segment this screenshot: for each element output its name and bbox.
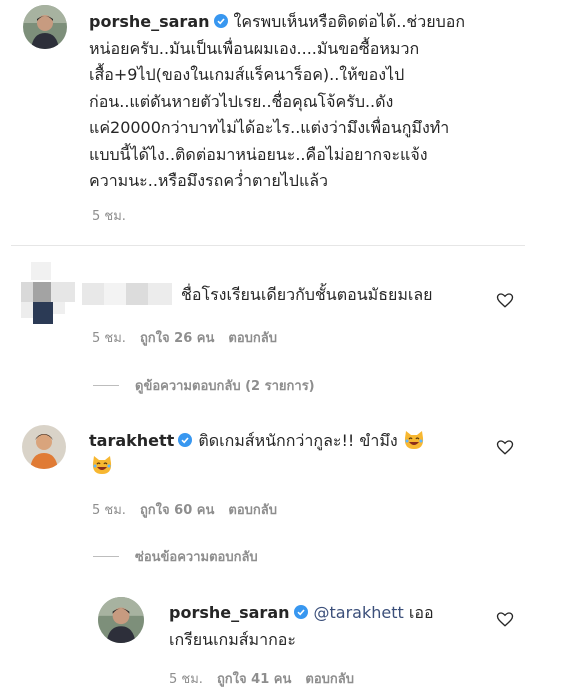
heart-outline-icon[interactable] (496, 610, 514, 628)
view-replies-label: ดูข้อความตอบกลับ (2 รายการ) (135, 379, 315, 394)
avatar-porshe-saran[interactable] (98, 597, 144, 643)
comment-3-body: tarakhett ติดเกมส์หนักกว่ากูละ!! ขำมึง (89, 428, 449, 455)
comment-2-text: ชื่อโรงเรียนเดียวกับชั้นตอนมัธยมเลย (181, 285, 433, 304)
comment-1-text-line: แบบนี้ได้ไง..ติดต่อมาหน่อยนะ..คือไม่อยาก… (89, 144, 428, 164)
hide-replies-button[interactable]: ซ่อนข้อความตอบกลับ (93, 546, 258, 567)
username-blurred[interactable] (82, 283, 172, 305)
reply-meta: 5 ชม. ถูกใจ 41 คน ตอบกลับ (169, 668, 368, 689)
avatar-tarakhett[interactable] (22, 425, 66, 469)
verified-badge-icon (178, 433, 193, 447)
avatar-porshe-saran[interactable] (23, 5, 67, 49)
comment-1-text-line: หน่อยครับ..มันเป็นเพื่อนผมเอง....มันขอซื… (89, 38, 420, 58)
comment-3-meta: 5 ชม. ถูกใจ 60 คน ตอบกลับ (92, 499, 291, 520)
comment-1-username[interactable]: porshe_saran (89, 12, 210, 31)
reply-likes[interactable]: ถูกใจ 41 คน (217, 672, 291, 687)
laughing-cat-emoji-icon (404, 431, 423, 449)
heart-outline-icon[interactable] (496, 438, 514, 456)
reply-text-line2: เกรียนเกมส์มากอะ (169, 629, 296, 649)
comment-3-text: ติดเกมส์หนักกว่ากูละ!! ขำมึง (198, 431, 398, 450)
reply-reply-button[interactable]: ตอบกลับ (305, 672, 354, 687)
verified-badge-icon (213, 14, 228, 28)
heart-outline-icon[interactable] (496, 291, 514, 309)
replies-line (93, 385, 119, 386)
laughing-cat-emoji-icon (92, 456, 112, 474)
reply-time: 5 ชม. (169, 672, 203, 687)
divider (11, 245, 525, 246)
comment-2-time: 5 ชม. (92, 331, 126, 346)
reply-text-line1: เออ (408, 603, 434, 622)
comment-1-text-line: แค่20000กว่าบาทไม่ได้อะไร..แต่งว่ามึงเพื… (89, 118, 450, 137)
comment-3-reply-button[interactable]: ตอบกลับ (228, 503, 277, 518)
comment-1-text-line: ความนะ..หรือมึงรถคว่ำตายไปแล้ว (89, 171, 329, 190)
comment-1-text-line: ใครพบเห็นหรือติดต่อได้..ช่วยบอก (233, 12, 466, 31)
comment-1-meta: 5 ชม. (92, 205, 140, 226)
comment-1-text-line: ก่อน..แต่ดันหายตัวไปเรย..ชื่อคุณโจ้ครับ.… (89, 91, 394, 111)
replies-line (93, 556, 119, 557)
verified-badge-icon (293, 605, 308, 619)
reply-body: porshe_saran @tarakhett เออ เกรียนเกมส์มา… (169, 600, 489, 653)
avatar-blurred[interactable] (21, 262, 75, 324)
comment-1-time: 5 ชม. (92, 209, 126, 224)
comment-1-text-line: เสื้อ+9ไป(ของในเกมส์แร็คนาร็อค)..ให้ของไ… (89, 65, 405, 84)
comment-3-username[interactable]: tarakhett (89, 431, 174, 450)
view-replies-button[interactable]: ดูข้อความตอบกลับ (2 รายการ) (93, 375, 315, 396)
reply-username[interactable]: porshe_saran (169, 603, 290, 622)
reply-mention-link[interactable]: @tarakhett (314, 603, 404, 622)
comment-3-likes[interactable]: ถูกใจ 60 คน (140, 503, 214, 518)
hide-replies-label: ซ่อนข้อความตอบกลับ (135, 550, 258, 565)
comment-2-meta: 5 ชม. ถูกใจ 26 คน ตอบกลับ (92, 327, 291, 348)
comment-2-reply-button[interactable]: ตอบกลับ (228, 331, 277, 346)
comment-3-time: 5 ชม. (92, 503, 126, 518)
comment-2-likes[interactable]: ถูกใจ 26 คน (140, 331, 214, 346)
comment-1-body: porshe_saran ใครพบเห็นหรือติดต่อได้..ช่วย… (89, 9, 529, 195)
